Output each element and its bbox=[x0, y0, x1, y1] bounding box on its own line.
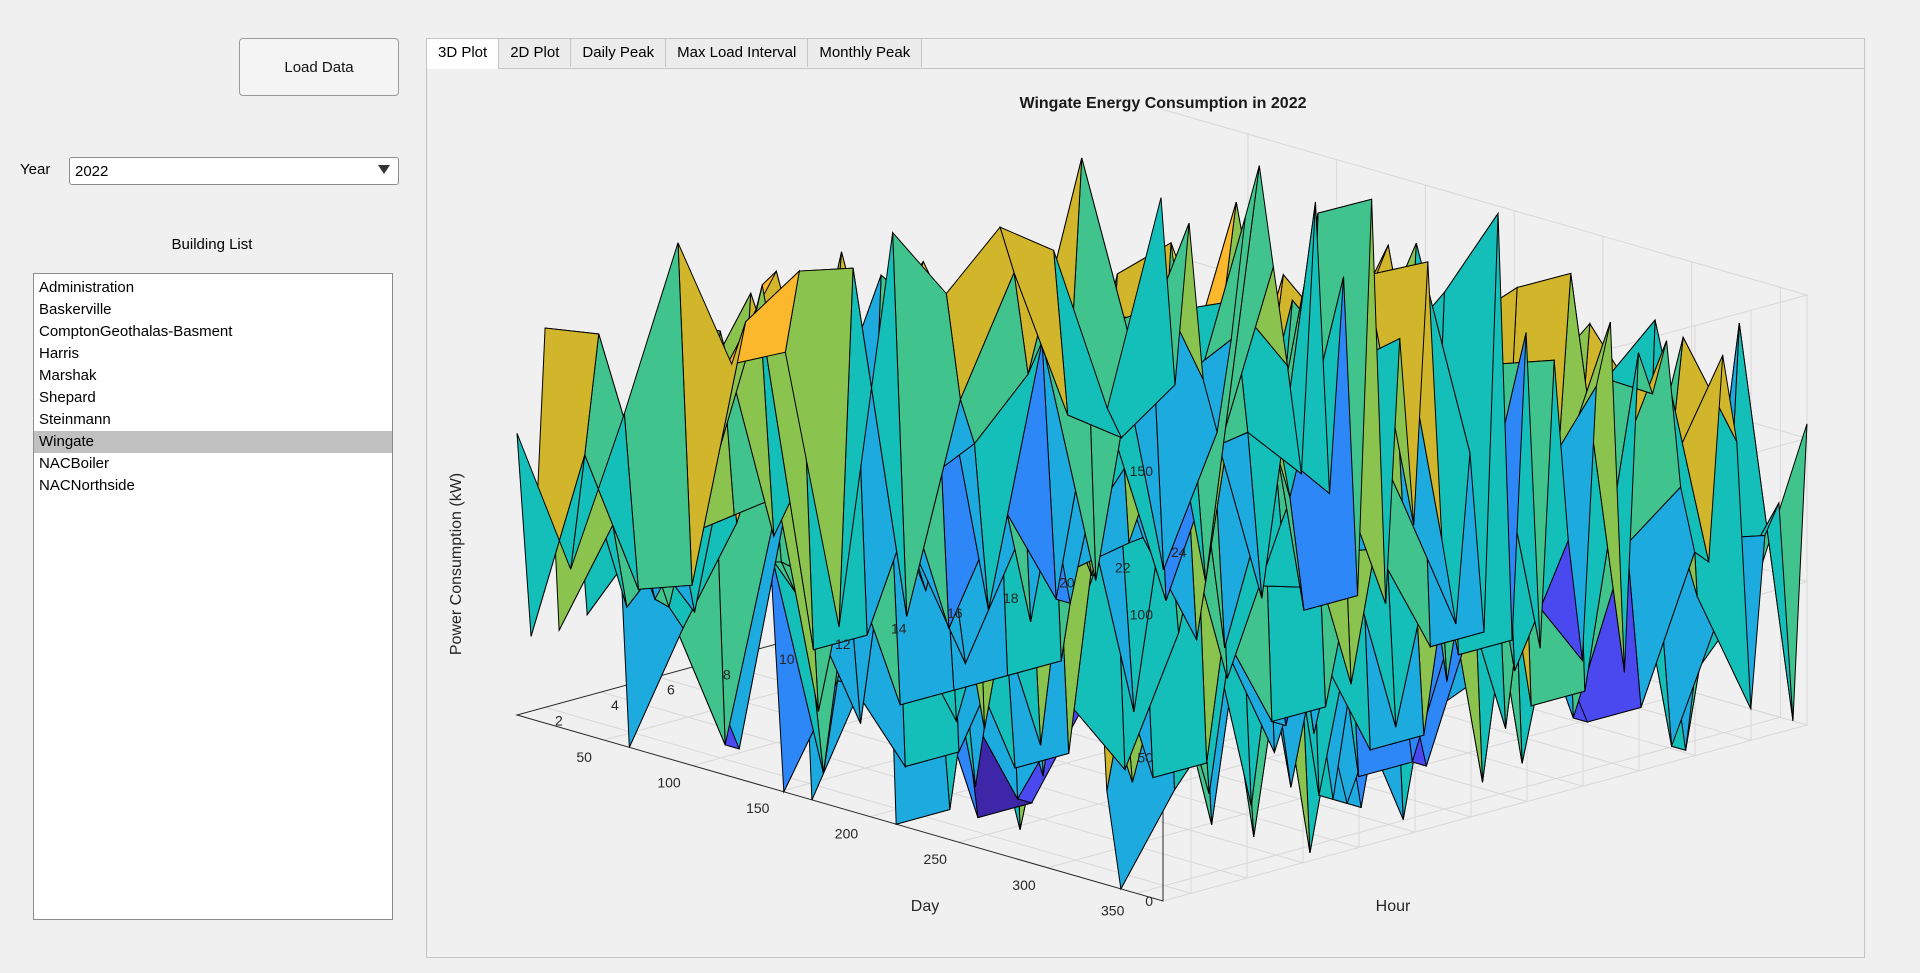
y-tick-label: 24 bbox=[1171, 544, 1187, 560]
y-tick-label: 8 bbox=[723, 666, 731, 682]
plot-tab-group: 3D Plot 2D Plot Daily Peak Max Load Interva… bbox=[426, 38, 1865, 958]
building-item-harris[interactable]: Harris bbox=[34, 343, 392, 365]
building-item-steinmann[interactable]: Steinmann bbox=[34, 409, 392, 431]
surface-plot-3d[interactable]: 0501001505010015020025030035024681012141… bbox=[427, 39, 1864, 957]
x-tick-label: 200 bbox=[835, 826, 859, 842]
building-item-administration[interactable]: Administration bbox=[34, 277, 392, 299]
building-item-baskerville[interactable]: Baskerville bbox=[34, 299, 392, 321]
building-item-nacnorthside[interactable]: NACNorthside bbox=[34, 475, 392, 497]
x-tick-label: 150 bbox=[746, 800, 770, 816]
z-tick-label: 0 bbox=[1145, 893, 1153, 909]
year-dropdown[interactable]: 2022 bbox=[69, 157, 399, 185]
building-item-comptongeothalas-basment[interactable]: ComptonGeothalas-Basment bbox=[34, 321, 392, 343]
x-tick-label: 350 bbox=[1101, 902, 1125, 918]
load-data-button[interactable]: Load Data bbox=[239, 38, 399, 96]
y-tick-label: 14 bbox=[891, 621, 907, 637]
z-tick-label: 150 bbox=[1130, 463, 1154, 479]
x-tick-label: 300 bbox=[1012, 877, 1036, 893]
z-tick-label: 50 bbox=[1137, 750, 1153, 766]
z-tick-label: 100 bbox=[1130, 606, 1154, 622]
y-tick-label: 6 bbox=[667, 682, 675, 698]
y-axis-label: Hour bbox=[1376, 898, 1411, 915]
building-item-shepard[interactable]: Shepard bbox=[34, 387, 392, 409]
building-item-nacboiler[interactable]: NACBoiler bbox=[34, 453, 392, 475]
year-label: Year bbox=[20, 161, 51, 178]
x-tick-label: 50 bbox=[576, 749, 592, 765]
x-axis-label: Day bbox=[911, 898, 939, 915]
y-tick-label: 16 bbox=[947, 605, 963, 621]
y-tick-label: 12 bbox=[835, 636, 851, 652]
y-tick-label: 22 bbox=[1115, 559, 1131, 575]
building-item-marshak[interactable]: Marshak bbox=[34, 365, 392, 387]
building-listbox[interactable]: Administration Baskerville ComptonGeothala… bbox=[33, 273, 393, 920]
y-tick-label: 2 bbox=[555, 712, 563, 728]
building-list-title: Building List bbox=[171, 236, 253, 253]
y-tick-label: 10 bbox=[779, 651, 795, 667]
y-tick-label: 18 bbox=[1003, 590, 1019, 606]
x-tick-label: 250 bbox=[924, 851, 948, 867]
plot-title: Wingate Energy Consumption in 2022 bbox=[1019, 95, 1306, 112]
building-item-wingate[interactable]: Wingate bbox=[34, 431, 392, 453]
dropdown-arrow-icon bbox=[378, 165, 390, 174]
surface-mesh bbox=[516, 157, 1808, 891]
z-axis-label: Power Consumption (kW) bbox=[448, 473, 465, 655]
y-tick-label: 20 bbox=[1059, 575, 1075, 591]
year-selected-value: 2022 bbox=[75, 162, 109, 180]
x-tick-label: 100 bbox=[657, 775, 681, 791]
y-tick-label: 4 bbox=[611, 697, 619, 713]
